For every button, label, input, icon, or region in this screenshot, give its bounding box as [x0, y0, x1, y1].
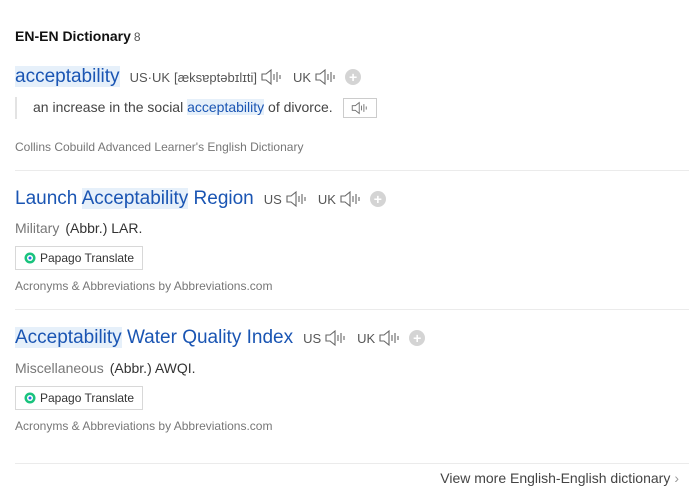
- uk-label: UK: [317, 191, 336, 207]
- speaker-icon-uk[interactable]: [379, 329, 401, 347]
- divider: [15, 463, 689, 464]
- papago-translate-button[interactable]: Papago Translate: [15, 246, 143, 270]
- papago-translate-label: Papago Translate: [40, 391, 135, 405]
- us-label: US: [303, 330, 322, 346]
- add-wordbook-button[interactable]: +: [369, 191, 386, 207]
- source-abbreviations[interactable]: Acronyms & Abbreviations by Abbreviation…: [15, 279, 272, 293]
- uk-label: UK: [357, 330, 376, 346]
- speaker-icon-us[interactable]: [286, 190, 308, 208]
- papago-logo-icon: [24, 252, 36, 264]
- headword-link[interactable]: acceptability: [15, 66, 120, 88]
- headword-text: acceptability: [15, 66, 120, 87]
- meaning-row: Military (Abbr.) LAR.: [15, 220, 142, 236]
- entry-acceptability-water-quality-index: Acceptability Water Quality Index US UK …: [15, 327, 689, 349]
- headword-after: Water Quality Index: [121, 327, 294, 348]
- example-after: of divorce.: [264, 99, 333, 115]
- add-wordbook-button[interactable]: +: [409, 330, 426, 346]
- speaker-icon-us[interactable]: [261, 68, 283, 86]
- headword-before: Launch: [15, 188, 82, 209]
- view-more-link[interactable]: View more English-English dictionary ›: [440, 470, 679, 486]
- meaning-row: Miscellaneous (Abbr.) AWQI.: [15, 360, 196, 376]
- headword-link[interactable]: Acceptability Water Quality Index: [15, 327, 293, 349]
- section-title-label: EN-EN Dictionary: [15, 28, 131, 44]
- pron-label: US·UK: [129, 69, 171, 85]
- papago-translate-label: Papago Translate: [40, 251, 135, 265]
- papago-translate-button[interactable]: Papago Translate: [15, 386, 143, 410]
- source-collins[interactable]: Collins Cobuild Advanced Learner's Engli…: [15, 140, 303, 154]
- headword-link[interactable]: Launch Acceptability Region: [15, 188, 254, 210]
- speaker-icon: [351, 101, 369, 115]
- section-title: EN-EN Dictionary 8: [15, 28, 141, 44]
- category-label: Miscellaneous: [15, 360, 104, 376]
- pron-ipa: [æksɐptəbɪlɪti]: [174, 69, 257, 85]
- papago-logo-icon: [24, 392, 36, 404]
- chevron-right-icon: ›: [674, 470, 679, 486]
- source-abbreviations[interactable]: Acronyms & Abbreviations by Abbreviation…: [15, 419, 272, 433]
- example-sentence: an increase in the social acceptability …: [15, 97, 377, 119]
- divider: [15, 309, 689, 310]
- section-count: 8: [133, 30, 141, 44]
- us-label: US: [263, 191, 282, 207]
- example-audio-button[interactable]: [342, 98, 377, 119]
- meaning-text: (Abbr.) AWQI.: [109, 360, 196, 376]
- example-highlight: acceptability: [187, 99, 265, 115]
- speaker-icon-uk[interactable]: [315, 68, 337, 86]
- view-more-label: View more English-English dictionary: [440, 470, 671, 486]
- speaker-icon-us[interactable]: [325, 329, 347, 347]
- meaning-text: (Abbr.) LAR.: [65, 220, 143, 236]
- speaker-icon-uk[interactable]: [340, 190, 362, 208]
- headword-after: Region: [188, 188, 254, 209]
- category-label: Military: [15, 220, 60, 236]
- headword-highlight: Acceptability: [81, 188, 189, 209]
- headword-highlight: Acceptability: [15, 327, 122, 348]
- divider: [15, 170, 689, 171]
- add-wordbook-button[interactable]: +: [345, 69, 362, 85]
- example-before: an increase in the social: [33, 99, 188, 115]
- entry-launch-acceptability-region: Launch Acceptability Region US UK +: [15, 188, 689, 210]
- entry-acceptability: acceptability US·UK [æksɐptəbɪlɪti] UK +: [15, 66, 689, 88]
- uk-label: UK: [292, 69, 312, 85]
